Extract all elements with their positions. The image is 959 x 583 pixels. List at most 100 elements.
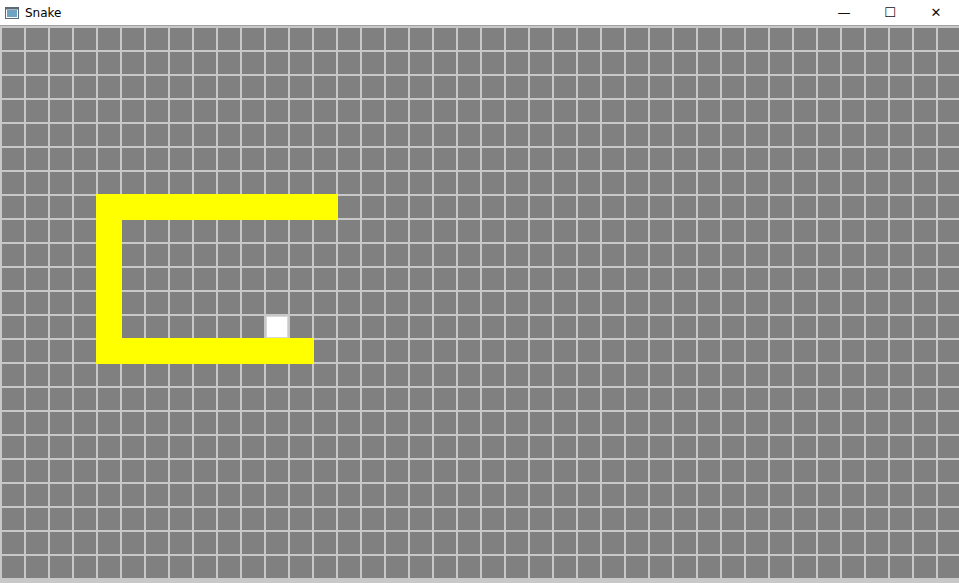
grid-cell bbox=[266, 484, 288, 506]
grid-cell bbox=[434, 268, 456, 290]
grid-cell bbox=[818, 268, 840, 290]
grid-cell bbox=[674, 124, 696, 146]
grid-cell bbox=[794, 436, 816, 458]
grid-cell bbox=[338, 460, 360, 482]
grid-cell bbox=[770, 412, 792, 434]
grid-cell bbox=[890, 412, 912, 434]
grid-cell bbox=[674, 196, 696, 218]
grid-cell bbox=[506, 436, 528, 458]
grid-cell bbox=[146, 220, 168, 242]
grid-cell bbox=[482, 172, 504, 194]
grid-cell bbox=[146, 484, 168, 506]
grid-cell bbox=[698, 28, 720, 50]
grid-cell bbox=[674, 316, 696, 338]
grid-cell bbox=[746, 76, 768, 98]
grid-cell bbox=[794, 124, 816, 146]
grid-cell bbox=[482, 220, 504, 242]
grid-cell bbox=[674, 28, 696, 50]
grid-cell bbox=[842, 28, 864, 50]
grid-cell bbox=[26, 292, 48, 314]
minimize-button[interactable]: — bbox=[821, 0, 867, 26]
grid-cell bbox=[338, 52, 360, 74]
grid-cell bbox=[674, 412, 696, 434]
grid-cell bbox=[74, 52, 96, 74]
grid-cell bbox=[146, 124, 168, 146]
grid-cell bbox=[314, 124, 336, 146]
grid-cell bbox=[458, 556, 480, 578]
grid-cell bbox=[434, 124, 456, 146]
grid-cell bbox=[194, 412, 216, 434]
grid-cell bbox=[482, 340, 504, 362]
grid-cell bbox=[818, 100, 840, 122]
grid-cell bbox=[218, 52, 240, 74]
grid-cell bbox=[434, 532, 456, 554]
grid-cell bbox=[194, 124, 216, 146]
grid-cell bbox=[650, 148, 672, 170]
grid-cell bbox=[290, 244, 312, 266]
grid-cell bbox=[482, 388, 504, 410]
grid-cell bbox=[866, 460, 888, 482]
grid-cell bbox=[842, 460, 864, 482]
grid-cell bbox=[242, 388, 264, 410]
grid-cell bbox=[98, 556, 120, 578]
grid-cell bbox=[602, 532, 624, 554]
close-button[interactable]: ✕ bbox=[913, 0, 959, 26]
grid-cell bbox=[434, 220, 456, 242]
grid-cell bbox=[794, 172, 816, 194]
grid-cell bbox=[194, 172, 216, 194]
grid-cell bbox=[482, 460, 504, 482]
grid-cell bbox=[338, 556, 360, 578]
grid-cell bbox=[50, 76, 72, 98]
grid-cell bbox=[866, 124, 888, 146]
grid-cell bbox=[386, 364, 408, 386]
grid-cell bbox=[914, 508, 936, 530]
grid-cell bbox=[938, 28, 959, 50]
grid-cell bbox=[314, 292, 336, 314]
grid-cell bbox=[242, 532, 264, 554]
grid-cell bbox=[626, 484, 648, 506]
grid-cell bbox=[698, 196, 720, 218]
grid-cell bbox=[434, 340, 456, 362]
maximize-button[interactable]: ☐ bbox=[867, 0, 913, 26]
grid-cell bbox=[194, 244, 216, 266]
grid-cell bbox=[410, 100, 432, 122]
grid-cell bbox=[314, 436, 336, 458]
grid-cell bbox=[266, 412, 288, 434]
grid-cell bbox=[890, 148, 912, 170]
grid-cell bbox=[362, 100, 384, 122]
grid-cell bbox=[890, 268, 912, 290]
grid-cell bbox=[2, 412, 24, 434]
grid-cell bbox=[530, 100, 552, 122]
grid-cell bbox=[266, 172, 288, 194]
grid-cell bbox=[2, 436, 24, 458]
grid-cell bbox=[290, 148, 312, 170]
grid-cell bbox=[938, 316, 959, 338]
grid-cell bbox=[50, 412, 72, 434]
grid-cell bbox=[626, 244, 648, 266]
grid-cell bbox=[722, 412, 744, 434]
grid-cell bbox=[506, 268, 528, 290]
grid-cell bbox=[890, 124, 912, 146]
grid-cell bbox=[74, 364, 96, 386]
grid-cell bbox=[242, 52, 264, 74]
grid-cell bbox=[434, 100, 456, 122]
snake-segment bbox=[264, 338, 290, 364]
grid-cell bbox=[50, 484, 72, 506]
grid-cell bbox=[914, 76, 936, 98]
grid-cell bbox=[890, 364, 912, 386]
grid-cell bbox=[218, 316, 240, 338]
grid-cell bbox=[602, 556, 624, 578]
grid-cell bbox=[122, 532, 144, 554]
grid-cell bbox=[602, 364, 624, 386]
grid-cell bbox=[482, 148, 504, 170]
grid-cell bbox=[842, 532, 864, 554]
grid-cell bbox=[506, 364, 528, 386]
grid-cell bbox=[794, 148, 816, 170]
snake-segment bbox=[192, 194, 218, 220]
grid-cell bbox=[338, 244, 360, 266]
grid-cell bbox=[818, 196, 840, 218]
grid-cell bbox=[650, 196, 672, 218]
grid-cell bbox=[122, 412, 144, 434]
grid-cell bbox=[194, 532, 216, 554]
grid-cell bbox=[434, 508, 456, 530]
